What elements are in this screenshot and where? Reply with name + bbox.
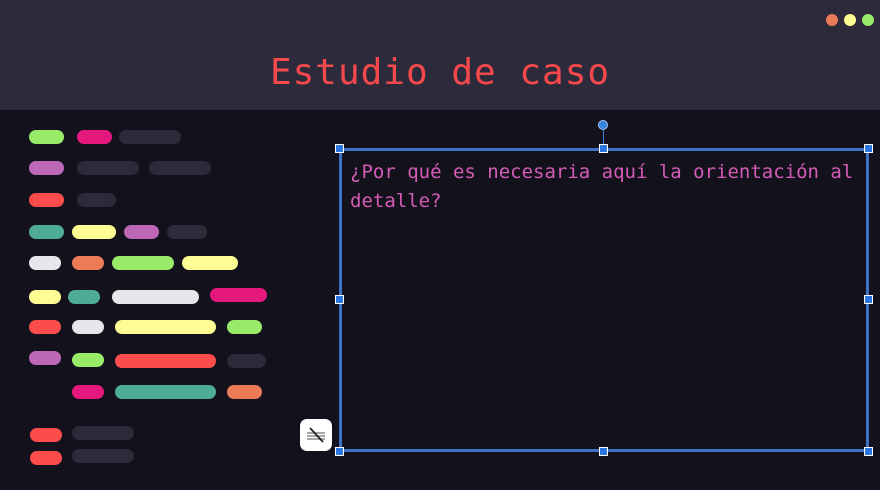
page-title: Estudio de caso — [269, 52, 611, 93]
rotate-handle[interactable] — [598, 120, 608, 130]
no-wrap-icon — [307, 427, 325, 443]
code-pill — [112, 290, 199, 304]
code-pill — [112, 256, 174, 270]
code-pill — [68, 290, 100, 304]
code-pill — [72, 320, 104, 334]
code-pill — [115, 354, 216, 368]
resize-handle-se[interactable] — [864, 447, 873, 456]
header: Estudio de caso — [0, 0, 880, 110]
code-pill — [72, 385, 104, 399]
code-pill — [29, 130, 64, 144]
code-pill — [227, 354, 266, 368]
code-pill — [30, 451, 62, 465]
code-pill — [29, 351, 61, 365]
code-pill — [72, 256, 104, 270]
resize-handle-e[interactable] — [864, 295, 873, 304]
minimize-dot[interactable] — [844, 14, 856, 26]
code-pill — [182, 256, 238, 270]
close-dot[interactable] — [826, 14, 838, 26]
code-pill — [167, 225, 207, 239]
code-pill — [227, 320, 262, 334]
textbox-text[interactable]: ¿Por qué es necesaria aquí la orientació… — [350, 158, 860, 216]
code-pill — [77, 130, 112, 144]
text-wrap-toggle-button[interactable] — [300, 419, 332, 451]
code-pill — [119, 130, 181, 144]
code-pill — [72, 426, 134, 440]
resize-handle-w[interactable] — [335, 295, 344, 304]
code-pill — [227, 385, 262, 399]
resize-handle-ne[interactable] — [864, 144, 873, 153]
code-pill — [30, 428, 62, 442]
code-pill — [29, 320, 61, 334]
code-pill — [72, 449, 134, 463]
code-pill — [77, 193, 116, 207]
code-pill — [29, 256, 61, 270]
code-pill — [72, 225, 116, 239]
code-pill — [115, 320, 216, 334]
maximize-dot[interactable] — [862, 14, 874, 26]
code-pill — [77, 161, 139, 175]
code-pill — [29, 225, 64, 239]
resize-handle-sw[interactable] — [335, 447, 344, 456]
resize-handle-n[interactable] — [599, 144, 608, 153]
code-pill — [29, 290, 61, 304]
code-pill — [115, 385, 216, 399]
resize-handle-s[interactable] — [599, 447, 608, 456]
code-pill — [29, 193, 64, 207]
code-pill — [124, 225, 159, 239]
code-pill — [72, 353, 104, 367]
code-pill — [149, 161, 211, 175]
code-pill — [210, 288, 267, 302]
code-pill — [29, 161, 64, 175]
resize-handle-nw[interactable] — [335, 144, 344, 153]
